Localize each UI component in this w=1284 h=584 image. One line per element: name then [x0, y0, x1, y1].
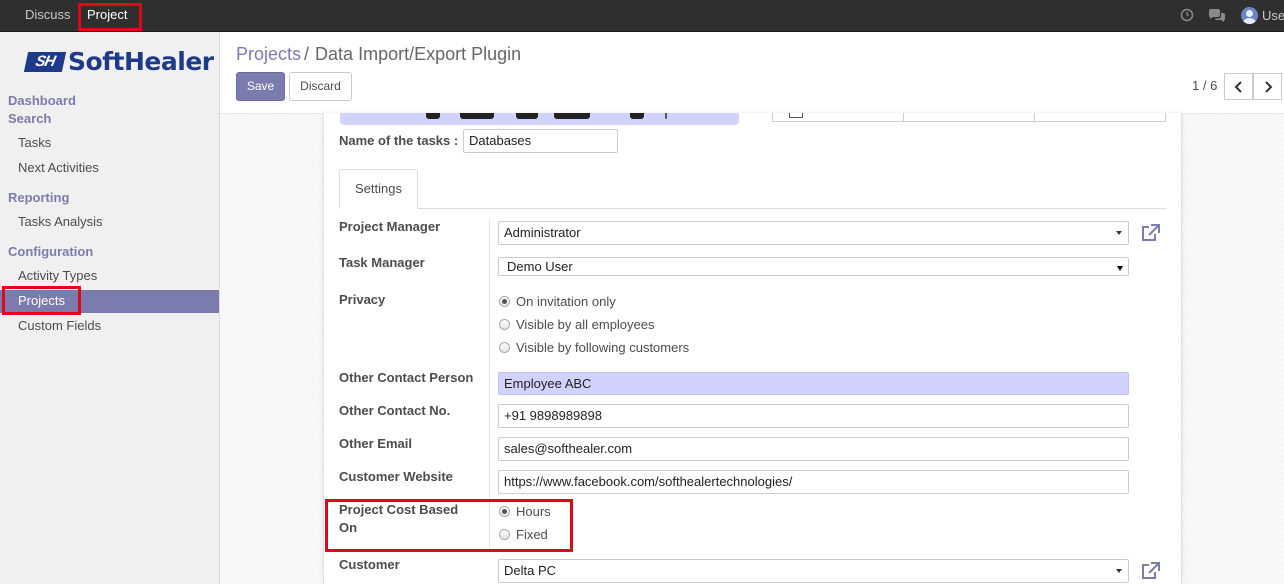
sidebar-heading-reporting: Reporting — [8, 190, 70, 205]
other-contact-no-label: Other Contact No. — [339, 403, 451, 418]
highlight-box-project-cost — [325, 499, 573, 552]
dropdown-caret-icon — [1117, 266, 1123, 271]
customer-value: Delta PC — [504, 563, 557, 578]
pager-counter[interactable]: 1 / 6 — [1192, 78, 1217, 93]
discard-button[interactable]: Discard — [289, 72, 352, 101]
highlight-box-project-menu — [78, 3, 142, 31]
breadcrumb-current: Data Import/Export Plugin — [315, 44, 522, 64]
pager-next-button[interactable] — [1253, 73, 1282, 100]
other-email-input[interactable]: sales@softhealer.com — [498, 437, 1129, 461]
external-link-icon[interactable] — [1140, 562, 1160, 583]
menu-discuss[interactable]: Discuss — [25, 0, 71, 31]
dropdown-caret-icon — [1116, 231, 1122, 235]
project-manager-select[interactable]: Administrator — [498, 221, 1129, 245]
task-manager-label: Task Manager — [339, 255, 425, 270]
activity-clock-icon[interactable] — [1180, 8, 1194, 24]
sidebar-item-activity-types[interactable]: Activity Types — [18, 268, 97, 283]
smart-button-tasks[interactable] — [772, 113, 904, 122]
task-manager-value: Demo User — [507, 259, 573, 274]
tab-settings[interactable]: Settings — [339, 169, 418, 209]
customer-label: Customer — [339, 557, 400, 572]
other-contact-person-input[interactable]: Employee ABC — [498, 372, 1129, 395]
brand-logo-text: SoftHealer — [68, 47, 214, 76]
save-button[interactable]: Save — [236, 72, 285, 101]
brand-logo: SH SoftHealer — [23, 47, 214, 76]
brand-logo-mark: SH — [23, 52, 67, 72]
project-manager-value: Administrator — [504, 225, 581, 240]
radio-unselected-icon — [499, 342, 510, 353]
sidebar-item-tasks[interactable]: Tasks — [18, 135, 51, 150]
highlight-box-projects-item — [2, 286, 81, 315]
sidebar-heading-search[interactable]: Search — [8, 111, 51, 126]
smart-button-documents[interactable] — [903, 113, 1035, 122]
privacy-option-employees[interactable]: Visible by all employees — [499, 317, 655, 333]
sidebar-item-custom-fields[interactable]: Custom Fields — [18, 318, 101, 333]
main-navbar: Discuss Project Use — [0, 0, 1284, 32]
radio-label: On invitation only — [516, 294, 616, 309]
sidebar-item-next-activities[interactable]: Next Activities — [18, 160, 99, 175]
sidebar-heading-dashboard[interactable]: Dashboard — [8, 93, 76, 108]
project-manager-label: Project Manager — [339, 219, 441, 234]
chevron-left-icon — [1234, 81, 1242, 93]
breadcrumb: Projects / Data Import/Export Plugin — [236, 44, 521, 65]
customer-select[interactable]: Delta PC — [498, 559, 1129, 583]
customer-website-input[interactable]: https://www.facebook.com/softhealertechn… — [498, 470, 1129, 494]
task-manager-select[interactable]: Demo User — [498, 257, 1129, 276]
task-name-label: Name of the tasks : — [339, 133, 459, 148]
radio-label: Visible by all employees — [516, 317, 655, 332]
privacy-option-invitation[interactable]: On invitation only — [499, 294, 616, 310]
user-avatar[interactable] — [1241, 7, 1258, 24]
dropdown-caret-icon — [1116, 569, 1122, 573]
messages-chat-icon[interactable] — [1208, 9, 1226, 25]
other-contact-no-input[interactable]: +91 9898989898 — [498, 404, 1129, 428]
external-link-icon[interactable] — [1140, 224, 1160, 245]
other-contact-person-label: Other Contact Person — [339, 370, 474, 385]
pager-previous-button[interactable] — [1224, 73, 1253, 100]
task-name-input[interactable]: Databases — [463, 129, 618, 153]
other-email-label: Other Email — [339, 436, 412, 451]
radio-selected-icon — [499, 296, 510, 307]
privacy-option-customers[interactable]: Visible by following customers — [499, 340, 689, 356]
radio-unselected-icon — [499, 319, 510, 330]
user-menu-label[interactable]: Use — [1262, 0, 1284, 31]
privacy-label: Privacy — [339, 292, 386, 307]
radio-label: Visible by following customers — [516, 340, 690, 355]
smart-button-followers[interactable] — [1034, 113, 1166, 122]
tab-strip — [339, 208, 1166, 209]
customer-website-label: Customer Website — [339, 469, 453, 484]
sidebar-item-tasks-analysis[interactable]: Tasks Analysis — [18, 214, 103, 229]
chevron-right-icon — [1265, 81, 1273, 93]
breadcrumb-separator: / — [304, 44, 310, 64]
project-title-field[interactable] — [340, 113, 739, 125]
breadcrumb-projects-link[interactable]: Projects — [236, 44, 301, 64]
sidebar-heading-configuration: Configuration — [8, 244, 94, 259]
